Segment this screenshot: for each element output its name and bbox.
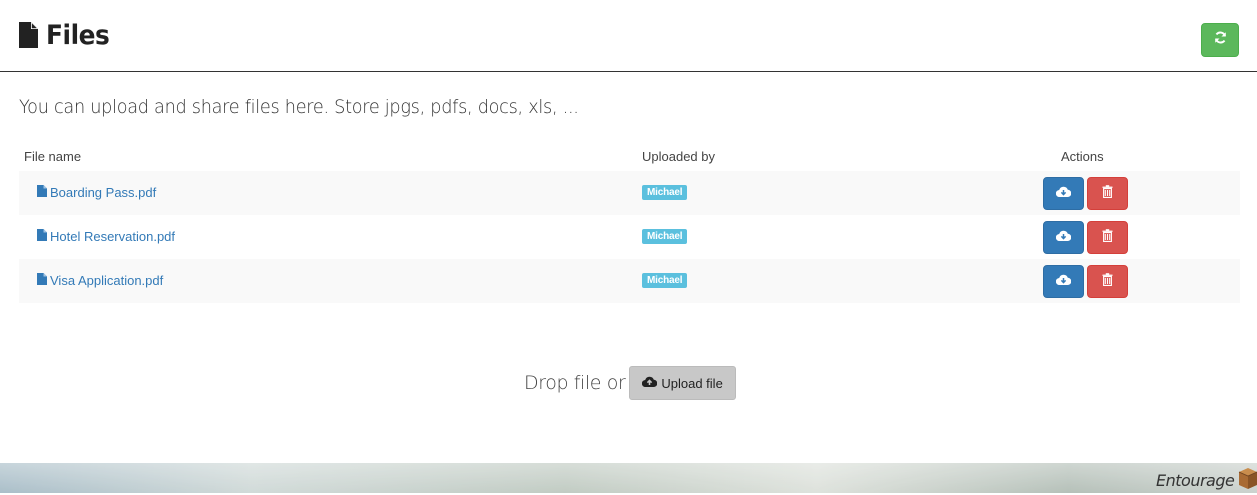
uploader-badge: Michael: [642, 273, 688, 288]
page-header: Files: [0, 0, 1257, 72]
file-name: Hotel Reservation.pdf: [50, 229, 176, 244]
brand-name: Entourage: [1156, 471, 1235, 490]
upload-file-label: Upload file: [661, 375, 723, 391]
uploader-badge: Michael: [642, 185, 688, 200]
cloud-download-icon: [1055, 229, 1072, 247]
file-name: Boarding Pass.pdf: [50, 185, 157, 200]
drop-text: Drop file or: [524, 372, 626, 394]
file-link[interactable]: Boarding Pass.pdf: [37, 185, 156, 200]
download-button[interactable]: [1043, 177, 1084, 210]
refresh-icon: [1214, 31, 1227, 49]
box-icon: [1237, 466, 1257, 495]
file-icon: [37, 273, 47, 288]
trash-icon: [1102, 184, 1113, 203]
cloud-download-icon: [1055, 273, 1072, 291]
file-link[interactable]: Hotel Reservation.pdf: [37, 229, 175, 244]
delete-button[interactable]: [1087, 265, 1128, 298]
table-row: Hotel Reservation.pdf Michael: [19, 215, 1240, 259]
column-header-file-name: File name: [24, 149, 82, 164]
brand-logo[interactable]: Entourage: [1156, 466, 1257, 495]
uploader-badge: Michael: [642, 229, 688, 244]
upload-file-button[interactable]: Upload file: [629, 366, 736, 400]
file-icon: [37, 229, 47, 244]
column-header-actions: Actions: [1061, 149, 1104, 164]
delete-button[interactable]: [1087, 177, 1128, 210]
file-icon: [37, 185, 47, 200]
cloud-download-icon: [1055, 185, 1072, 203]
refresh-button[interactable]: [1201, 23, 1239, 57]
page-title: Files: [46, 20, 110, 51]
trash-icon: [1102, 272, 1113, 291]
cloud-upload-icon: [642, 376, 658, 391]
file-link[interactable]: Visa Application.pdf: [37, 273, 163, 288]
drop-zone[interactable]: Drop file or Upload file: [524, 366, 736, 400]
column-header-uploaded-by: Uploaded by: [642, 149, 715, 164]
trash-icon: [1102, 228, 1113, 247]
file-name: Visa Application.pdf: [50, 273, 164, 288]
file-icon: [19, 22, 38, 53]
table-row: Boarding Pass.pdf Michael: [19, 171, 1240, 215]
footer-background: [0, 463, 1257, 493]
download-button[interactable]: [1043, 265, 1084, 298]
table-row: Visa Application.pdf Michael: [19, 259, 1240, 303]
intro-text: You can upload and share files here. Sto…: [19, 96, 579, 118]
download-button[interactable]: [1043, 221, 1084, 254]
delete-button[interactable]: [1087, 221, 1128, 254]
